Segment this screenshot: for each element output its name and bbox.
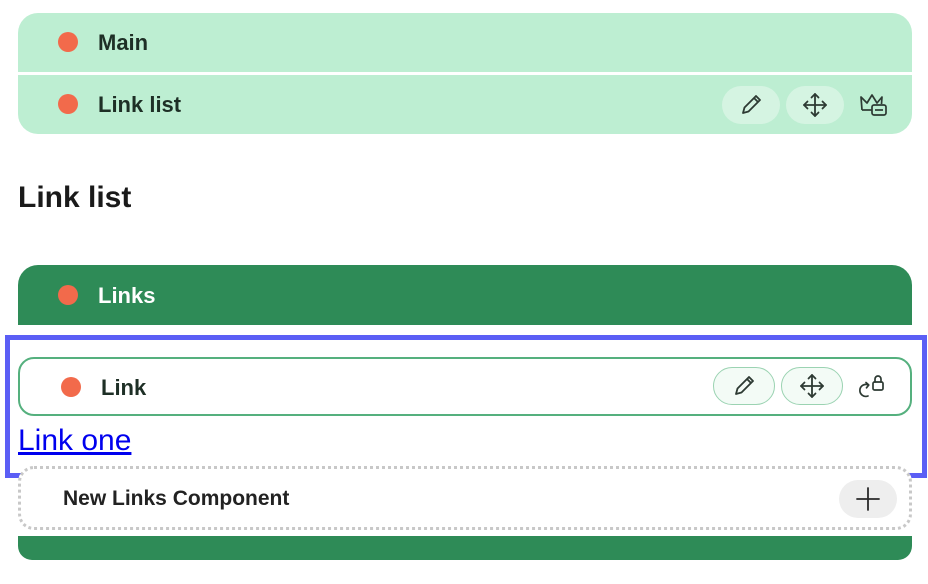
plus-icon (856, 487, 880, 511)
pencil-icon (735, 376, 754, 395)
link-component-label: Link (101, 375, 147, 400)
template-button[interactable] (850, 86, 898, 124)
pencil-icon (742, 95, 761, 114)
move-button[interactable] (786, 86, 844, 124)
move-arrows-icon (803, 93, 827, 117)
edit-button[interactable] (722, 86, 780, 124)
move-arrows-icon (800, 374, 824, 398)
links-section-header[interactable]: Links (18, 265, 912, 325)
links-section-footer (18, 536, 912, 560)
status-dot (61, 377, 81, 397)
breadcrumb-main-label: Main (98, 30, 149, 55)
add-component-button[interactable] (839, 480, 897, 518)
unlock-button[interactable] (850, 367, 894, 405)
status-dot (58, 285, 78, 305)
breadcrumb-main[interactable]: Main (18, 13, 912, 72)
link-one[interactable]: Link one (18, 424, 131, 458)
rotate-lock-icon (859, 375, 884, 398)
move-button[interactable] (781, 367, 843, 405)
crown-template-icon (860, 94, 887, 116)
edit-button[interactable] (713, 367, 775, 405)
page-title: Link list (18, 181, 132, 214)
status-dot (58, 94, 78, 114)
new-component-label: New Links Component (63, 487, 290, 510)
link-component-card[interactable]: Link (18, 357, 912, 416)
breadcrumb-link-list-label: Link list (98, 92, 182, 117)
status-dot (58, 32, 78, 52)
new-links-component-placeholder[interactable]: New Links Component (18, 466, 912, 530)
breadcrumb-link-list[interactable]: Link list (18, 75, 912, 134)
links-section-label: Links (98, 283, 156, 308)
